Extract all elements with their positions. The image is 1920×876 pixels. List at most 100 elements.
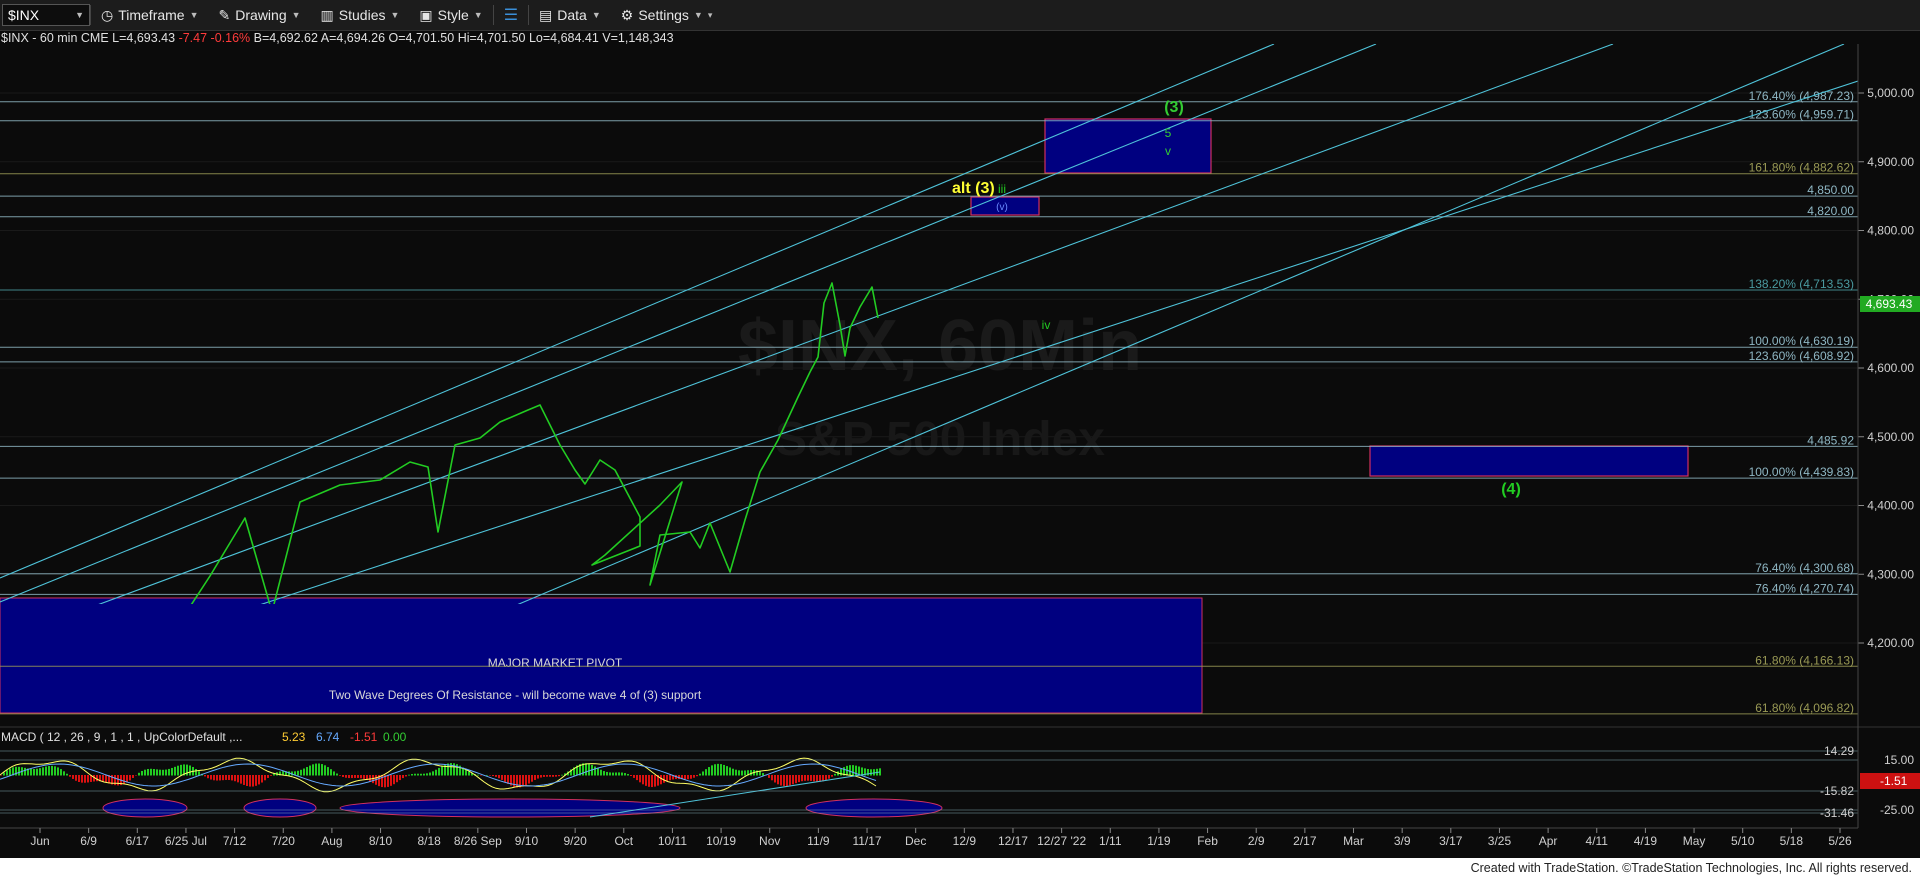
studies-icon: ▥ [320,6,334,23]
macd-histogram-bar [441,766,443,776]
layout-icon: ☰ [503,7,519,24]
volume: V=1,148,343 [602,31,674,45]
macd-histogram-bar [228,775,230,781]
macd-histogram-bar [144,769,146,776]
price-tick-label: 4,800.00 [1867,224,1914,238]
macd-histogram-bar [210,775,212,780]
macd-histogram-bar [711,765,713,776]
price-tick-label: 4,400.00 [1867,499,1914,513]
macd-histogram-bar [717,763,719,776]
wave4-label: (4) [1501,481,1521,498]
macd-histogram-bar [318,763,320,776]
macd-histogram-bar [186,764,188,776]
macd-histogram-bar [222,775,224,781]
macd-histogram-bar [72,775,74,779]
macd-histogram-bar [432,771,434,776]
time-tick-label: 2/9 [1248,834,1265,848]
last-price: L=4,693.43 [112,31,176,45]
fib-level-label: 76.40% (4,270.74) [1755,581,1854,595]
time-tick-label: 10/11 [658,834,687,848]
macd-histogram-bar [132,775,134,778]
macd-histogram-bar [549,775,551,777]
time-tick-label: 12/17 [998,834,1028,848]
overflow-icon[interactable]: ▾ [708,10,713,21]
timeframe-label: Timeframe [118,7,185,23]
macd-histogram-bar [312,764,314,776]
macd-axis-label: 14.29 [1824,744,1854,758]
bid-price: B=4,692.62 [253,31,318,45]
macd-histogram-bar [732,768,734,776]
macd-histogram-bar [351,775,353,779]
wave3-label: (3) [1164,99,1184,116]
macd-histogram-bar [69,775,71,777]
macd-histogram-bar [738,770,740,776]
macd-histogram-bar [267,775,269,778]
macd-histogram-bar [834,773,836,776]
macd-histogram-bar [135,775,137,776]
macd-histogram-bar [624,773,626,776]
macd-histogram-bar [252,775,254,787]
macd-histogram-bar [255,775,257,786]
macd-histogram-bar [306,767,308,776]
macd-histogram-bar [417,773,419,776]
chevron-down-icon: ▼ [473,10,483,20]
macd-histogram-bar [633,775,635,778]
macd-histogram-bar [615,772,617,776]
wave3-target-box[interactable] [1044,118,1212,174]
macd-histogram-bar [504,775,506,782]
macd-histogram-bar [726,766,728,776]
macd-histogram-bar [714,764,716,776]
macd-histogram-bar [759,771,761,776]
data-button[interactable]: ▤ Data ▼ [529,0,611,30]
gear-icon: ⚙ [620,6,634,23]
macd-histogram-bar [585,763,587,776]
macd-histogram-bar [42,767,44,776]
macd-divergence-ellipse [102,798,188,818]
macd-histogram-bar [162,769,164,776]
time-tick-label: 12/27 '22 [1037,834,1086,848]
layout-button[interactable]: ☰ [494,0,528,30]
wave4-target-box[interactable] [1369,445,1689,477]
macd-histogram-bar [297,770,299,776]
price-tick-label: 4,200.00 [1867,636,1914,650]
symbol-input[interactable]: $INX ▼ [2,4,90,26]
studies-button[interactable]: ▥ Studies ▼ [311,0,410,30]
macd-histogram-bar [606,771,608,776]
macd-histogram-bar [336,773,338,776]
macd-histogram-bar [39,768,41,776]
macd-histogram-bar [588,763,590,776]
time-tick-label: 2/17 [1293,834,1317,848]
drawing-button[interactable]: ✎ Drawing ▼ [209,0,311,30]
macd-histogram-bar [720,764,722,776]
macd-histogram-bar [786,775,788,786]
price-tick-label: 4,900.00 [1867,155,1914,169]
macd-histogram-bar [216,775,218,781]
macd-histogram-bar [354,775,356,778]
macd-histogram-bar [777,775,779,785]
macd-histogram-bar [789,775,791,786]
macd-histogram-bar [516,775,518,788]
macd-histogram-bar [153,769,155,776]
style-button[interactable]: ▣ Style ▼ [409,0,492,30]
macd-histogram-bar [768,775,770,778]
macd-histogram-bar [243,775,245,785]
macd-histogram-bar [36,768,38,776]
macd-histogram-bar [438,767,440,776]
timeframe-button[interactable]: ◷ Timeframe ▼ [91,0,209,30]
wave-v-label: v [1165,144,1171,158]
macd-histogram-bar [300,769,302,776]
chevron-down-icon[interactable]: ▼ [75,10,84,20]
macd-histogram-bar [798,775,800,783]
macd-histogram-bar [669,775,671,781]
macd-histogram-bar [96,775,98,782]
wave-v-paren-label: (v) [996,202,1008,213]
macd-histogram-bar [174,766,176,776]
macd-histogram-bar [177,765,179,776]
settings-button[interactable]: ⚙ Settings ▼ ▾ [611,0,723,30]
macd-histogram-bar [9,768,11,776]
price-chart[interactable]: $INX, 60Min S&P 500 Index MAJOR MARKET P… [0,44,1920,858]
fib-level-label: 61.80% (4,166.13) [1755,653,1854,667]
macd-histogram-bar [63,771,65,776]
macd-histogram-bar [492,775,494,777]
macd-histogram-bar [165,769,167,776]
